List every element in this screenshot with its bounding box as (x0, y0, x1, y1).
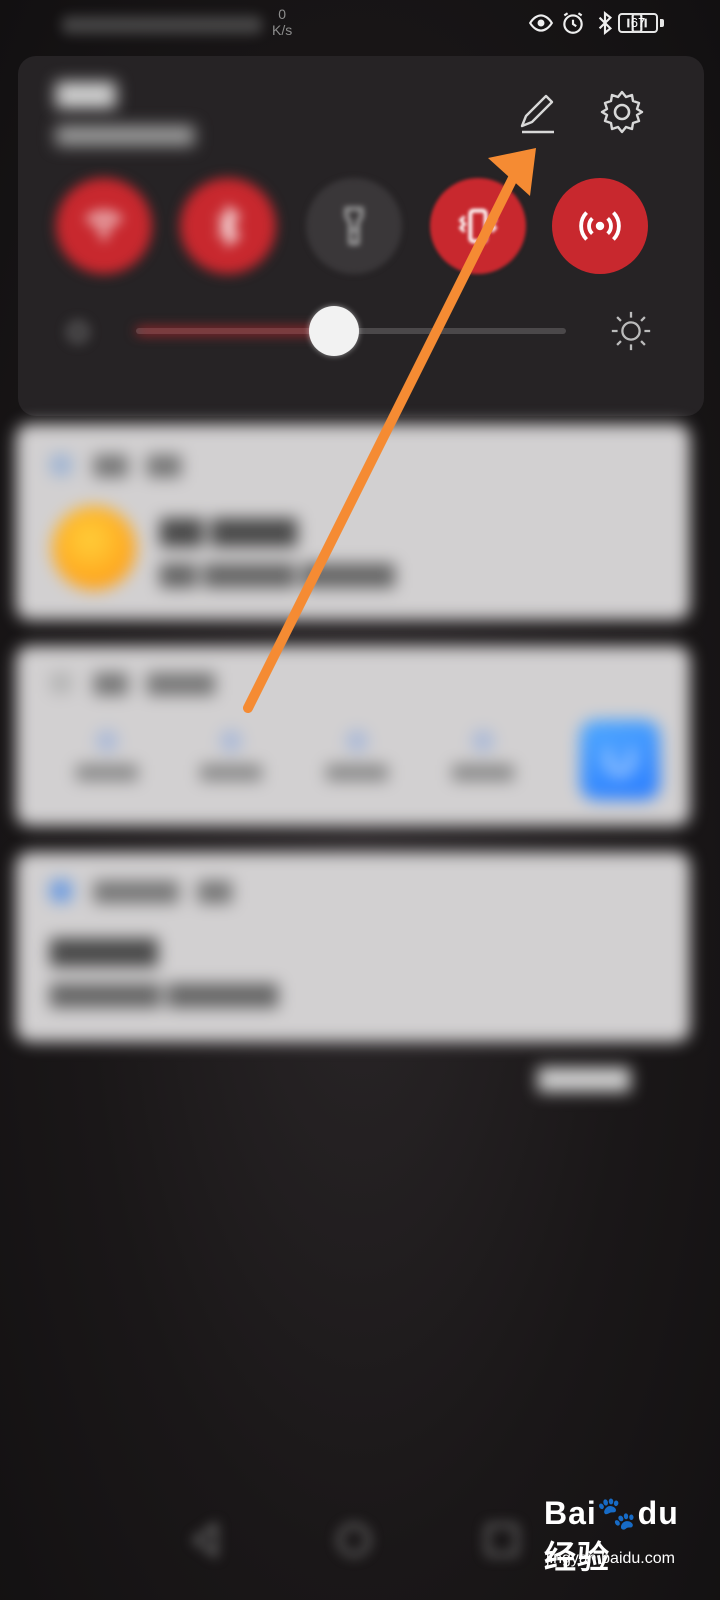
shortcut-item[interactable]: ▇▇▇▇▇ (312, 730, 402, 782)
bluetooth-icon (598, 10, 613, 36)
baidu-jingyan-watermark: Bai🐾du 经验 jingyan.baidu.com (544, 1494, 712, 1584)
status-bar: 0 K/s 67 (0, 0, 720, 48)
vibrate-icon (458, 208, 498, 244)
vibrate-toggle[interactable] (430, 178, 526, 274)
gear-icon (600, 90, 644, 134)
manage-notifications-link[interactable]: ▇▇▇▇▇ (538, 1064, 630, 1093)
weather-notification[interactable]: ▇▇ · ▇▇ ▇▇ ▇▇▇▇ ▇▇ ▇▇▇▇▇ ▇▇▇▇▇ (16, 424, 690, 620)
back-icon[interactable] (184, 1518, 228, 1562)
wifi-icon (85, 211, 123, 241)
hotspot-toggle[interactable] (552, 178, 648, 274)
sun-icon (52, 506, 136, 590)
notification-title: ▇▇ ▇▇▇▇ (160, 515, 297, 546)
battery-cap (660, 19, 664, 27)
bluetooth-icon (217, 204, 241, 248)
app-tile-icon[interactable] (580, 720, 660, 800)
notification-header: ▇▇ · ▇▇▇▇ (94, 670, 216, 695)
app-icon (50, 672, 72, 694)
alarm-icon (563, 12, 583, 34)
quick-settings-panel: ▇▇▇ ▇▇▇▇▇▇▇▇▇ (18, 56, 704, 416)
notification-title: ▇▇▇▇▇ (50, 935, 158, 966)
battery-icon: 67 (618, 13, 658, 33)
app-icon (50, 880, 72, 902)
shield-icon (606, 748, 634, 776)
recents-icon[interactable] (480, 1518, 524, 1562)
shortcut-item[interactable]: ▇▇▇▇▇ (438, 730, 528, 782)
home-icon[interactable] (332, 1518, 376, 1562)
brightness-high-icon (611, 311, 651, 351)
brightness-slider[interactable] (136, 306, 566, 356)
network-speed: 0 K/s (272, 6, 293, 38)
shortcut-item[interactable]: ▇▇▇▇▇ (186, 730, 276, 782)
message-notification[interactable]: ▇▇▇▇▇ · ▇▇ ▇▇▇▇▇ ▇▇▇▇▇▇ ▇▇▇▇▇▇ (16, 852, 690, 1042)
eye-icon (528, 14, 554, 32)
notification-text: ▇▇▇▇▇▇ ▇▇▇▇▇▇ (50, 981, 279, 1008)
wifi-toggle[interactable] (56, 178, 152, 274)
shortcuts-notification[interactable]: ▇▇ · ▇▇▇▇ ▇▇▇▇▇ ▇▇▇▇▇ ▇▇▇▇▇ ▇▇▇▇▇ (16, 646, 690, 826)
bluetooth-toggle[interactable] (180, 178, 276, 274)
pencil-icon (520, 94, 554, 134)
settings-button[interactable] (598, 88, 646, 136)
panel-subtitle: ▇▇▇▇▇▇▇▇▇ (56, 124, 195, 146)
flashlight-toggle[interactable] (306, 178, 402, 274)
notification-header: ▇▇▇▇▇ · ▇▇ (94, 878, 232, 903)
weather-app-icon (50, 454, 72, 476)
brightness-low-icon (68, 322, 88, 342)
panel-date: ▇▇▇ (56, 78, 116, 108)
shortcut-item[interactable]: ▇▇▇▇▇ (62, 730, 152, 782)
brightness-row (18, 306, 704, 356)
brightness-slider-thumb[interactable] (308, 306, 359, 356)
hotspot-icon (579, 211, 621, 241)
notification-header: ▇▇ · ▇▇ (94, 452, 182, 477)
notification-text: ▇▇ ▇▇▇▇▇ ▇▇▇▇▇ (160, 561, 395, 588)
paw-icon: 🐾 (596, 1495, 638, 1531)
brightness-slider-fill (136, 328, 334, 334)
carrier-signal (62, 16, 262, 34)
watermark-url: jingyan.baidu.com (546, 1550, 675, 1567)
flashlight-icon (344, 207, 364, 245)
edit-button[interactable] (512, 88, 560, 136)
